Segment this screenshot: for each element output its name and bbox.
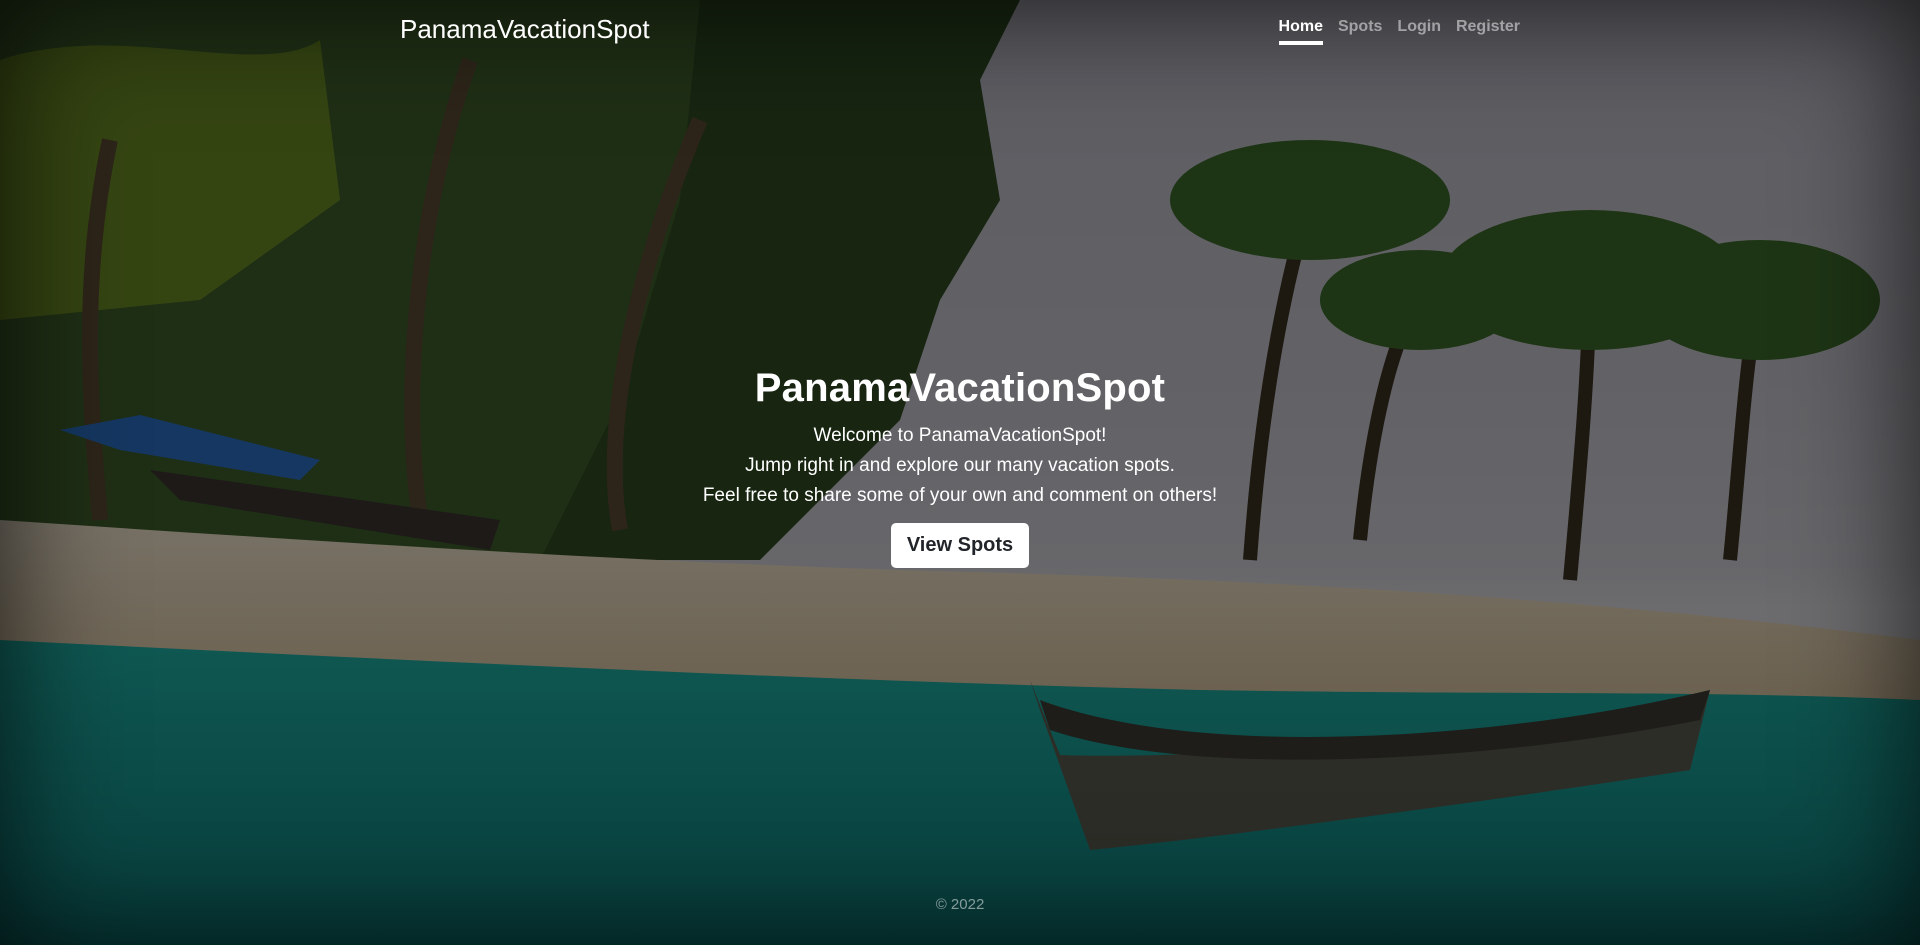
- view-spots-button[interactable]: View Spots: [890, 523, 1030, 568]
- nav-links: Home Spots Login Register: [1278, 18, 1520, 45]
- nav-link-login[interactable]: Login: [1397, 18, 1441, 45]
- nav-link-register[interactable]: Register: [1456, 18, 1520, 45]
- footer: © 2022: [0, 896, 1920, 913]
- nav-link-home[interactable]: Home: [1278, 18, 1323, 45]
- footer-copyright: © 2022: [935, 896, 985, 913]
- nav-link-spots[interactable]: Spots: [1338, 18, 1382, 45]
- hero-welcome-line: Welcome to PanamaVacationSpot!: [813, 425, 1107, 446]
- hero-title: PanamaVacationSpot: [754, 366, 1166, 410]
- hero-explore-line: Jump right in and explore our many vacat…: [745, 455, 1175, 476]
- navbar-brand[interactable]: PanamaVacationSpot: [400, 14, 650, 45]
- hero-share-line: Feel free to share some of your own and …: [702, 485, 1218, 506]
- hero-section: PanamaVacationSpot Welcome to PanamaVaca…: [560, 366, 1360, 568]
- top-navbar: PanamaVacationSpot Home Spots Login Regi…: [400, 0, 1520, 60]
